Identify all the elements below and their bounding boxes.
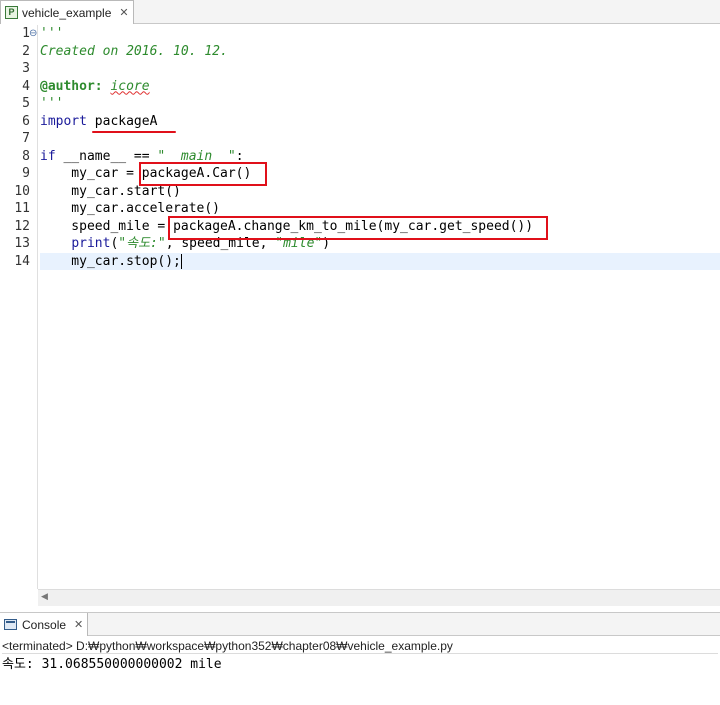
line-number: 13 bbox=[14, 236, 30, 251]
docstring-close: ''' bbox=[40, 96, 64, 111]
docstring-created: Created on 2016. 10. 12. bbox=[40, 43, 228, 59]
docstring-open: ''' bbox=[40, 26, 64, 41]
code-text-area[interactable]: ''' Created on 2016. 10. 12. @author: ic… bbox=[40, 25, 720, 589]
editor-tab-vehicle-example[interactable]: P vehicle_example ✕ bbox=[0, 0, 134, 24]
line-number: 11 bbox=[14, 201, 30, 216]
line-number: 6 bbox=[22, 113, 30, 129]
code-line-6[interactable]: import packageA bbox=[40, 113, 720, 131]
console-tab-bar: Console ✕ bbox=[0, 612, 720, 636]
line-number: 4 bbox=[22, 78, 30, 94]
line-number: 14 bbox=[14, 253, 30, 269]
console-output[interactable]: 속도: 31.068550000000002 mile bbox=[2, 656, 222, 674]
docstring-author-tag: @author: bbox=[40, 78, 103, 94]
line-number: 3 bbox=[22, 61, 30, 76]
line-number: 12 bbox=[14, 218, 30, 234]
line-number: 8 bbox=[22, 148, 30, 164]
import-keyword: import bbox=[40, 113, 87, 129]
line-number: 7 bbox=[22, 131, 30, 146]
print-label-string: "속도:" bbox=[118, 236, 166, 251]
code-line-4[interactable]: @author: icore bbox=[40, 78, 720, 96]
line-number-gutter: 1 ⊖ 2 3 4 5 6 7 8 9 10 11 12 13 14 bbox=[0, 25, 38, 589]
line-number: 5 bbox=[22, 96, 30, 111]
annotation-underline bbox=[92, 131, 176, 133]
editor-tab-label: vehicle_example bbox=[22, 5, 112, 20]
console-status-line: <terminated> D:₩python₩workspace₩python3… bbox=[2, 638, 718, 654]
console-tab[interactable]: Console ✕ bbox=[0, 613, 88, 636]
assign-speed-mile: speed_mile = bbox=[40, 218, 174, 234]
if-keyword: if bbox=[40, 148, 56, 164]
code-line-2[interactable]: Created on 2016. 10. 12. bbox=[40, 43, 720, 61]
annotation-box-change-km bbox=[168, 216, 548, 240]
console-icon bbox=[4, 619, 17, 630]
scroll-left-icon[interactable]: ◀ bbox=[41, 592, 48, 602]
line-number: 1 bbox=[22, 26, 30, 41]
code-line-3[interactable] bbox=[40, 60, 720, 78]
python-file-icon: P bbox=[5, 6, 18, 19]
close-icon[interactable]: ✕ bbox=[74, 618, 83, 631]
console-tab-label: Console bbox=[22, 617, 67, 632]
code-line-14[interactable]: my_car.stop(); bbox=[40, 252, 720, 270]
horizontal-scrollbar[interactable]: ◀ bbox=[38, 589, 720, 606]
code-line-5[interactable]: ''' bbox=[40, 95, 720, 113]
accelerate-call: my_car.accelerate() bbox=[40, 201, 221, 216]
code-editor[interactable]: 1 ⊖ 2 3 4 5 6 7 8 9 10 11 12 13 14 ''' C… bbox=[0, 25, 720, 607]
text-cursor bbox=[180, 253, 182, 269]
line-number: 10 bbox=[14, 183, 30, 199]
stop-call: my_car.stop(); bbox=[40, 253, 181, 269]
print-function: print bbox=[71, 236, 111, 251]
editor-tab-bar: P vehicle_example ✕ bbox=[0, 0, 720, 24]
close-icon[interactable]: ✕ bbox=[119, 6, 128, 19]
line-number: 2 bbox=[22, 43, 30, 59]
code-line-11[interactable]: my_car.accelerate() bbox=[40, 200, 720, 218]
assign-my-car: my_car = bbox=[40, 166, 142, 181]
fold-collapse-icon[interactable]: ⊖ bbox=[29, 25, 37, 43]
import-module: packageA bbox=[94, 113, 158, 129]
annotation-box-car bbox=[139, 162, 267, 186]
docstring-author-name: icore bbox=[110, 78, 150, 94]
code-line-1[interactable]: ''' bbox=[40, 25, 720, 43]
line-number: 9 bbox=[22, 166, 30, 181]
